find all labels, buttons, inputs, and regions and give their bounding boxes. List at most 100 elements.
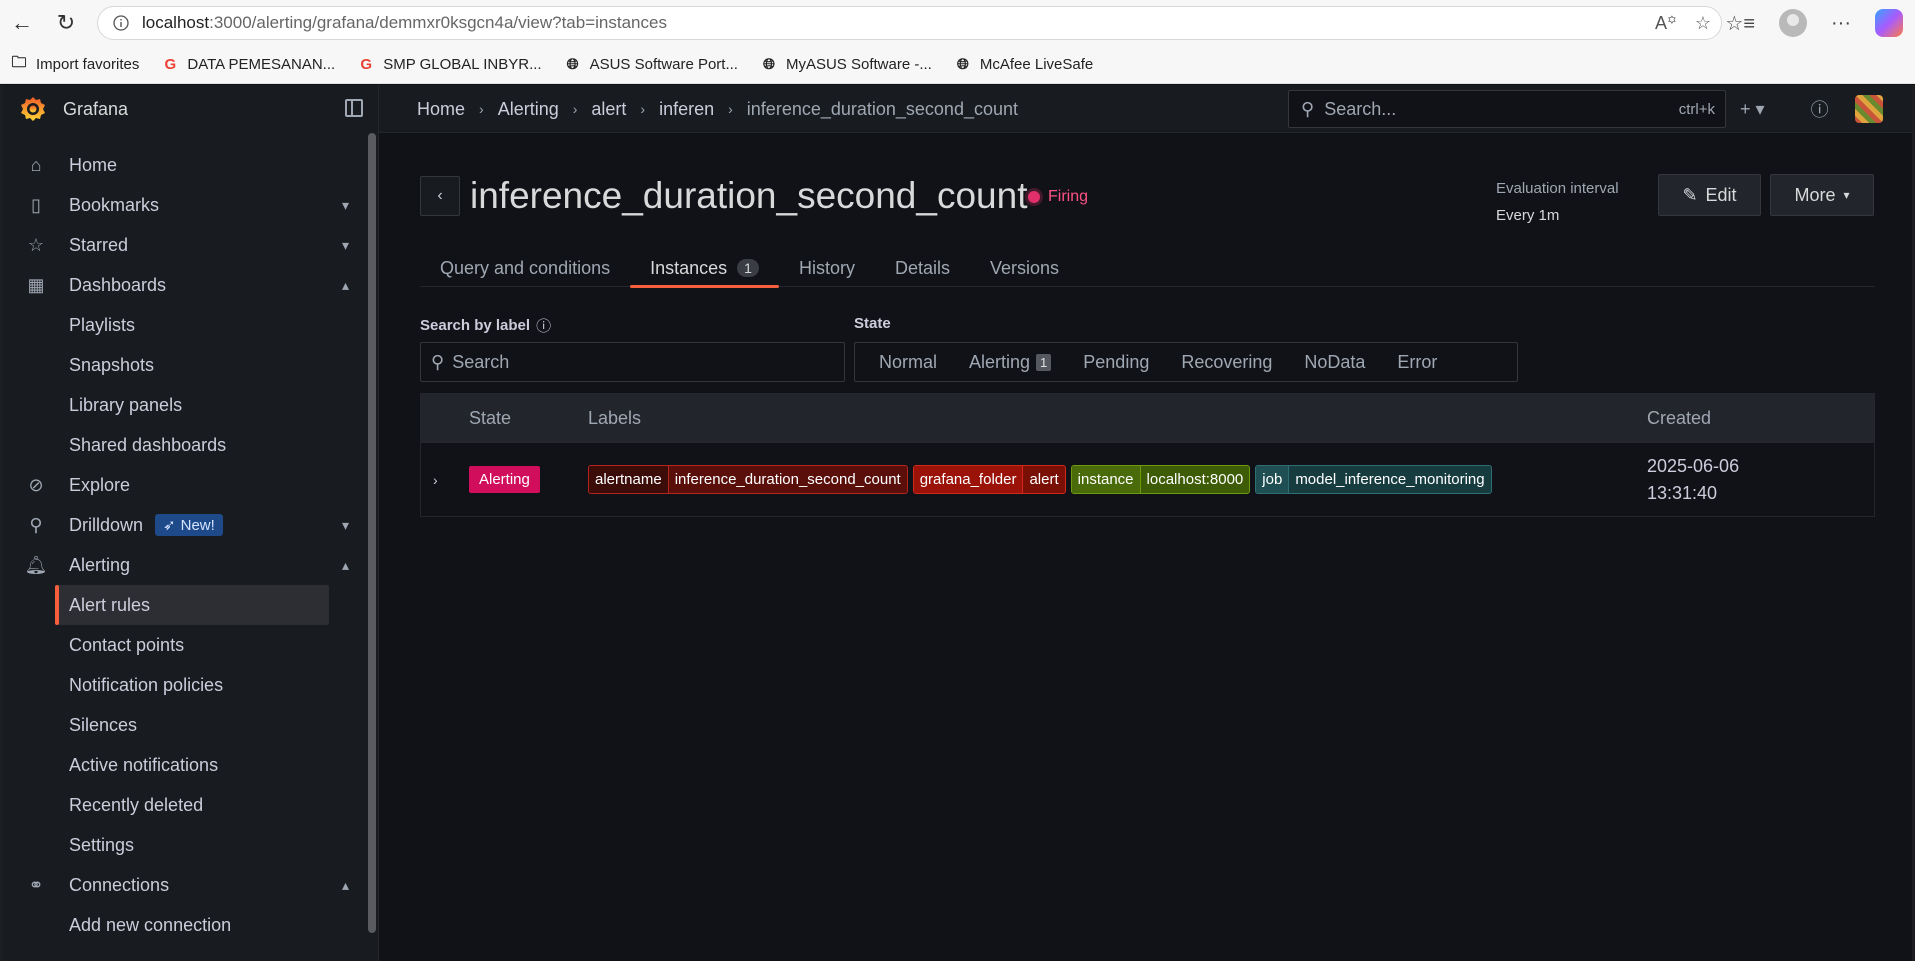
breadcrumb-alerting[interactable]: Alerting [498, 99, 559, 120]
favorite-item[interactable]: 🗀 Import favorites [10, 54, 139, 74]
favorite-item[interactable]: G SMP GLOBAL INBYR... [357, 56, 541, 74]
edit-button[interactable]: ✎ Edit [1658, 174, 1761, 216]
state-option-recovering[interactable]: Recovering [1165, 352, 1288, 373]
chevron-up-icon[interactable]: ▴ [342, 277, 349, 294]
search-icon: ⚲ [1301, 98, 1315, 119]
nav-shared-dashboards[interactable]: Shared dashboards [3, 425, 363, 465]
chevron-right-icon[interactable]: › [433, 472, 438, 488]
chevron-down-icon[interactable]: ▾ [342, 237, 349, 254]
nav-notification-policies[interactable]: Notification policies [3, 665, 363, 705]
url-text: localhost:3000/alerting/grafana/demmxr0k… [142, 13, 667, 32]
more-button[interactable]: More ▾ [1770, 174, 1874, 216]
tab-history[interactable]: History [779, 249, 875, 287]
chevron-right-icon: › [479, 101, 484, 117]
chevron-up-icon[interactable]: ▴ [342, 877, 349, 894]
table-row[interactable]: › Alerting alertname inference_duration_s… [421, 442, 1874, 516]
back-icon[interactable]: ← [2, 3, 42, 43]
info-icon[interactable] [106, 15, 136, 31]
grafana-logo-icon[interactable] [19, 95, 47, 123]
chevron-down-icon[interactable]: ▾ [342, 197, 349, 214]
state-option-nodata[interactable]: NoData [1288, 352, 1381, 373]
nav-active-notifications[interactable]: Active notifications [3, 745, 363, 785]
breadcrumb-folder[interactable]: alert [591, 99, 626, 120]
favorite-item[interactable]: 🌐︎ MyASUS Software -... [760, 56, 932, 74]
home-icon: ⌂ [30, 154, 42, 175]
nav-alert-rules[interactable]: Alert rules [55, 585, 329, 625]
evaluation-interval: Evaluation interval Every 1m [1496, 180, 1619, 224]
help-icon[interactable]: ⓘ [1811, 96, 1829, 122]
sidebar-scrollbar[interactable] [367, 133, 377, 961]
nav-playlists[interactable]: Playlists [3, 305, 363, 345]
nav-explore[interactable]: ⊘ Explore [3, 465, 363, 505]
copilot-icon[interactable] [1875, 9, 1903, 37]
chevron-right-icon: › [728, 101, 733, 117]
nav-snapshots[interactable]: Snapshots [3, 345, 363, 385]
add-new-icon[interactable]: + ▾ [1740, 99, 1765, 120]
pencil-icon: ✎ [1682, 184, 1698, 205]
more-menu-icon[interactable]: ··· [1831, 12, 1851, 35]
nav-connections[interactable]: ⚭ Connections ▴ [3, 865, 363, 905]
nav-recently-deleted[interactable]: Recently deleted [3, 785, 363, 825]
tab-query-and-conditions[interactable]: Query and conditions [420, 249, 630, 287]
label-pill[interactable]: grafana_folder alert [912, 465, 1066, 494]
label-pill[interactable]: instance localhost:8000 [1070, 465, 1251, 494]
global-search-input[interactable]: ⚲ Search... ctrl+k [1288, 90, 1726, 128]
favorite-item[interactable]: 🌐︎ McAfee LiveSafe [954, 56, 1093, 74]
state-label: State [854, 315, 891, 332]
search-by-label-label: Search by label ⓘ [420, 315, 552, 336]
nav-dashboards[interactable]: ▦ Dashboards ▴ [3, 265, 363, 305]
google-icon: G [164, 56, 177, 73]
rocket-icon: ➶ [163, 517, 176, 534]
nav-silences[interactable]: Silences [3, 705, 363, 745]
reload-icon[interactable]: ↻ [46, 3, 86, 43]
breadcrumb-group[interactable]: inferen [659, 99, 714, 120]
tab-details[interactable]: Details [875, 249, 970, 287]
label-search-input[interactable]: ⚲ Search [420, 342, 845, 382]
scroll-thumb[interactable] [368, 133, 376, 933]
chevron-right-icon: › [572, 101, 578, 117]
nav-home[interactable]: ⌂ Home [3, 145, 363, 185]
nav-contact-points[interactable]: Contact points [3, 625, 363, 665]
state-option-alerting[interactable]: Alerting 1 [953, 352, 1067, 373]
bell-icon: 🔔︎ [24, 554, 48, 575]
nav-bookmarks[interactable]: ▯ Bookmarks ▾ [3, 185, 363, 225]
breadcrumb: Home › Alerting › alert › inferen › inferenc… [417, 85, 1018, 133]
address-bar[interactable]: localhost:3000/alerting/grafana/demmxr0k… [97, 6, 1722, 40]
star-icon: ☆ [27, 234, 45, 255]
state-option-pending[interactable]: Pending [1067, 352, 1165, 373]
label-pill[interactable]: alertname inference_duration_second_count [588, 465, 908, 494]
state-filter: Normal Alerting 1 Pending Recovering NoDa… [854, 342, 1518, 382]
chevron-left-icon: ‹ [437, 187, 443, 204]
nav-settings[interactable]: Settings [3, 825, 363, 865]
profile-icon[interactable] [1779, 9, 1808, 37]
dock-menu-icon[interactable] [345, 99, 363, 117]
nav-drilldown[interactable]: ⚲ Drilldown ➶ New! ▾ [3, 505, 363, 545]
state-option-error[interactable]: Error [1381, 352, 1453, 373]
browser-toolbar: ← ↻ localhost:3000/alerting/grafana/demm… [0, 0, 1915, 46]
chevron-down-icon[interactable]: ▾ [342, 517, 349, 534]
table-header: State Labels Created [421, 394, 1874, 442]
state-option-normal[interactable]: Normal [863, 352, 953, 373]
breadcrumb-home[interactable]: Home [417, 99, 465, 120]
favorites-icon[interactable]: ☆≡ [1725, 11, 1755, 36]
back-button[interactable]: ‹ [420, 176, 460, 216]
nav-alerting[interactable]: 🔔︎ Alerting ▴ [3, 545, 363, 585]
info-icon[interactable]: ⓘ [536, 315, 551, 336]
state-count: 1 [1036, 353, 1052, 371]
favorite-item[interactable]: G DATA PEMESANAN... [161, 56, 336, 74]
nav-library-panels[interactable]: Library panels [3, 385, 363, 425]
folder-icon: 🗀 [11, 54, 27, 71]
tab-versions[interactable]: Versions [970, 249, 1079, 287]
read-aloud-icon[interactable]: A꙳ [1655, 11, 1677, 35]
user-avatar[interactable] [1854, 95, 1883, 123]
favorite-star-icon[interactable]: ☆ [1695, 13, 1711, 34]
dashboards-icon: ▦ [27, 274, 45, 295]
nav-starred[interactable]: ☆ Starred ▾ [3, 225, 363, 265]
globe-icon: 🌐︎ [956, 56, 969, 73]
brand-name[interactable]: Grafana [63, 99, 128, 120]
chevron-up-icon[interactable]: ▴ [342, 557, 349, 574]
label-pill[interactable]: job model_inference_monitoring [1255, 465, 1492, 494]
favorite-item[interactable]: 🌐︎ ASUS Software Port... [564, 56, 738, 74]
nav-add-new-connection[interactable]: Add new connection [3, 905, 363, 945]
tab-instances[interactable]: Instances 1 [630, 249, 779, 288]
